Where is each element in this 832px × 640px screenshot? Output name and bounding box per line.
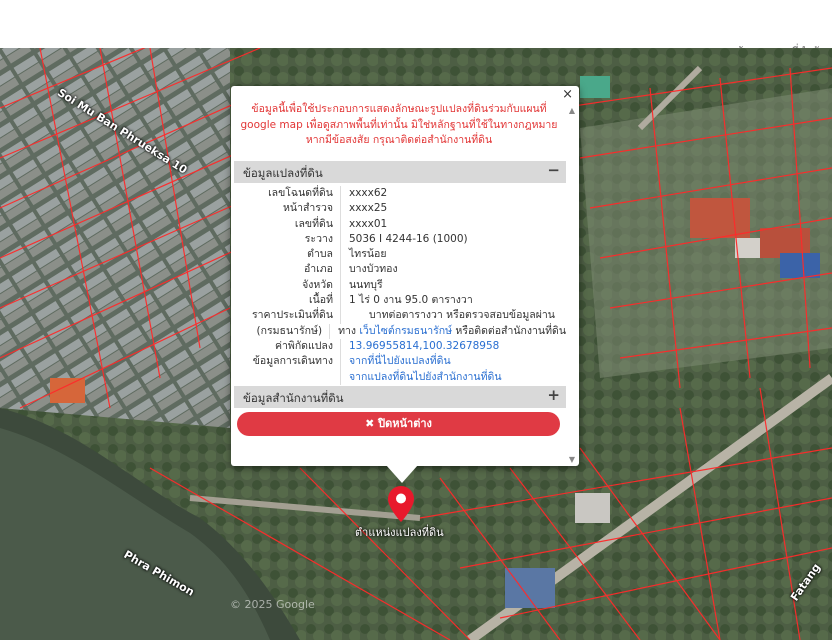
- treasury-website-link[interactable]: เว็บไซต์กรมธนารักษ์: [359, 325, 452, 337]
- info-row: อำเภอ บางบัวทอง: [234, 262, 566, 278]
- price-key: ราคาประเมินที่ดิน: [234, 308, 341, 324]
- price-row: ราคาประเมินที่ดิน บาทต่อตารางวา หรือตรวจ…: [234, 308, 566, 324]
- row-key: อำเภอ: [234, 262, 341, 278]
- travel-row: ข้อมูลการเดินทาง จากที่นี่ไปยังแปลงที่ดิ…: [234, 354, 566, 370]
- row-value: 1 ไร่ 0 งาน 95.0 ตารางวา: [349, 294, 473, 307]
- info-row: เลขโฉนดที่ดิน xxxx62: [234, 186, 566, 202]
- row-key: เนื้อที่: [234, 293, 341, 309]
- row-value: 5036 I 4244-16 (1000): [349, 232, 468, 245]
- price-value-2: ทาง เว็บไซต์กรมธนารักษ์ หรือติดต่อสำนักง…: [338, 324, 566, 337]
- price-row-2: (กรมธนารักษ์) ทาง เว็บไซต์กรมธนารักษ์ หร…: [234, 323, 566, 339]
- close-icon[interactable]: ×: [562, 87, 573, 102]
- info-row: จังหวัด นนทบุรี: [234, 277, 566, 294]
- travel-row-2: จากแปลงที่ดินไปยังสำนักงานที่ดิน: [234, 369, 566, 385]
- expand-icon[interactable]: +: [547, 386, 560, 404]
- row-key: เลขโฉนดที่ดิน: [234, 186, 341, 202]
- info-row: หน้าสำรวจ xxxx25: [234, 201, 566, 217]
- close-window-button[interactable]: ✖ ปิดหน้าต่าง: [237, 412, 560, 436]
- coords-key: ค่าพิกัดแปลง: [234, 338, 341, 355]
- section-office-title: ข้อมูลสำนักงานที่ดิน: [243, 391, 344, 405]
- google-watermark: © 2025 Google: [230, 598, 315, 611]
- collapse-icon[interactable]: −: [547, 161, 560, 179]
- info-row: เนื้อที่ 1 ไร่ 0 งาน 95.0 ตารางวา: [234, 293, 566, 309]
- row-key: ระวาง: [234, 231, 341, 248]
- directions-to-office-link[interactable]: จากแปลงที่ดินไปยังสำนักงานที่ดิน: [349, 371, 502, 383]
- close-x-icon: ✖: [365, 417, 375, 430]
- scroll-up-icon[interactable]: ▲: [569, 106, 575, 115]
- scroll-down-icon[interactable]: ▼: [569, 455, 575, 464]
- section-parcel-title: ข้อมูลแปลงที่ดิน: [243, 166, 323, 180]
- popup-pointer: [386, 465, 418, 483]
- coords-link[interactable]: 13.96955814,100.32678958: [349, 340, 499, 352]
- location-pin-icon[interactable]: [388, 486, 414, 522]
- row-value: บางบัวทอง: [349, 263, 398, 276]
- row-value: xxxx25: [349, 202, 388, 215]
- price-value: บาทต่อตารางวา หรือตรวจสอบข้อมูลผ่าน: [369, 309, 555, 322]
- disclaimer-text: ข้อมูลนี้เพื่อใช้ประกอบการแสดงลักษณะรูปแ…: [240, 103, 558, 146]
- parcel-info-popup: × ▲ ▼ ข้อมูลนี้เพื่อใช้ประกอบการแสดงลักษ…: [231, 86, 579, 466]
- row-key: หน้าสำรวจ: [234, 201, 341, 217]
- travel-key: ข้อมูลการเดินทาง: [234, 354, 341, 370]
- section-parcel-info[interactable]: ข้อมูลแปลงที่ดิน −: [234, 161, 566, 183]
- info-row: ระวาง 5036 I 4244-16 (1000): [234, 231, 566, 248]
- row-value: นนทบุรี: [349, 278, 383, 291]
- row-value: xxxx62: [349, 187, 388, 199]
- row-value: ไทรน้อย: [349, 248, 387, 261]
- row-value: xxxx01: [349, 217, 388, 230]
- section-land-office[interactable]: ข้อมูลสำนักงานที่ดิน +: [234, 386, 566, 408]
- directions-to-parcel-link[interactable]: จากที่นี่ไปยังแปลงที่ดิน: [349, 355, 451, 367]
- price-key-2: (กรมธนารักษ์): [234, 323, 331, 339]
- row-key: จังหวัด: [234, 277, 341, 294]
- row-key: ตำบล: [234, 247, 341, 263]
- parcel-info-table: เลขโฉนดที่ดิน xxxx62 หน้าสำรวจ xxxx25 เลขท…: [234, 186, 566, 385]
- info-row: ตำบล ไทรน้อย: [234, 247, 566, 263]
- marker-label: ตำแหน่งแปลงที่ดิน: [355, 526, 444, 539]
- info-row: เลขที่ดิน xxxx01: [234, 216, 566, 232]
- row-key: เลขที่ดิน: [234, 216, 341, 232]
- coords-row: ค่าพิกัดแปลง 13.96955814,100.32678958: [234, 338, 566, 355]
- travel-key-empty: [234, 369, 341, 385]
- close-window-label: ปิดหน้าต่าง: [378, 417, 432, 430]
- top-bar: [0, 0, 832, 48]
